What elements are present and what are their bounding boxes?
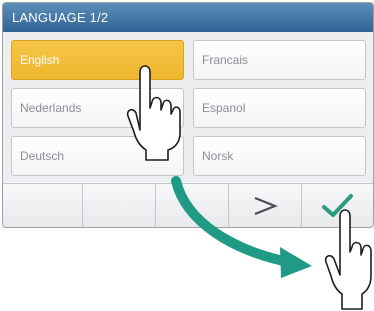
toolbar-slot-3 [156,184,229,227]
language-option-nederlands[interactable]: Nederlands [11,88,184,128]
chevron-right-icon [254,196,278,216]
language-option-espanol[interactable]: Espanol [193,88,366,128]
language-option-norsk[interactable]: Norsk [193,136,366,176]
checkmark-icon [322,194,353,217]
language-option-francais[interactable]: Francais [193,40,366,80]
title-bar: LANGUAGE 1/2 [3,3,373,32]
screen: LANGUAGE 1/2 English Francais Nederlands… [0,0,374,311]
language-grid: English Francais Nederlands Espanol Deut… [3,32,373,182]
toolbar-slot-1 [3,184,83,227]
language-settings-panel: LANGUAGE 1/2 English Francais Nederlands… [2,2,374,228]
bottom-toolbar [3,183,373,227]
toolbar-slot-2 [83,184,156,227]
language-option-deutsch[interactable]: Deutsch [11,136,184,176]
page-title: LANGUAGE 1/2 [12,10,109,25]
language-option-english[interactable]: English [11,40,184,80]
next-page-button[interactable] [229,184,302,227]
confirm-button[interactable] [302,184,373,227]
